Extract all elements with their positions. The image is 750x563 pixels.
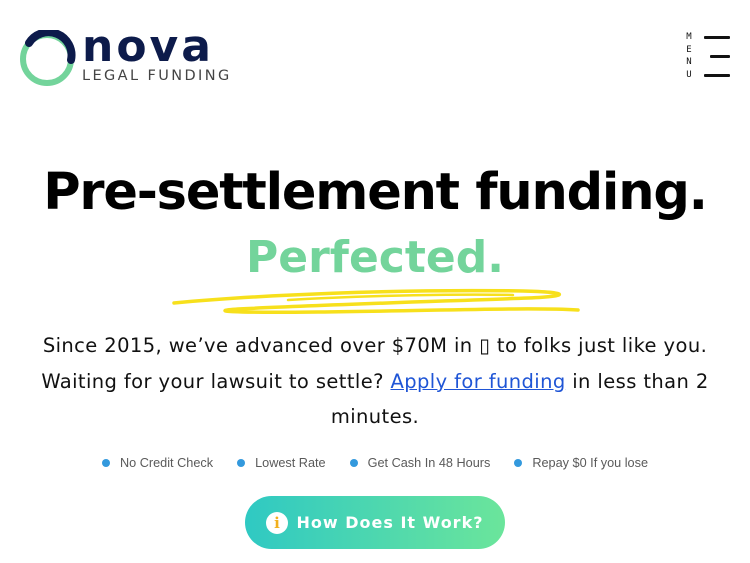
feature-label: Lowest Rate	[255, 456, 326, 470]
feature-label: Get Cash In 48 Hours	[367, 456, 491, 470]
feature-label: Repay $0 If you lose	[532, 456, 648, 470]
menu-button[interactable]: MENU	[684, 31, 732, 81]
feature-item: Repay $0 If you lose	[514, 456, 648, 470]
brand-logo[interactable]: nova LEGAL FUNDING	[18, 22, 258, 98]
hero-intro: Since 2015, we’ve advanced over $70M in …	[14, 328, 736, 435]
bullet-dot-icon	[237, 459, 246, 467]
apply-for-funding-link[interactable]: Apply for funding	[390, 370, 565, 393]
bullet-dot-icon	[514, 459, 523, 467]
feature-label: No Credit Check	[120, 456, 214, 470]
bullet-dot-icon	[102, 459, 110, 467]
cta-label: How Does It Work?	[296, 513, 484, 532]
intro-text-start: Since 2015, we’ve advanced over $70M in	[42, 334, 480, 357]
hamburger-icon	[704, 36, 730, 78]
highlight-scribble-icon	[172, 288, 580, 315]
feature-item: No Credit Check	[102, 456, 213, 470]
feature-item: Get Cash In 48 Hours	[349, 456, 491, 470]
brand-tagline: LEGAL FUNDING	[82, 68, 232, 84]
hero-headline: Pre-settlement funding.	[43, 163, 708, 222]
menu-label: MENU	[686, 32, 692, 80]
nova-ring-logo-icon	[20, 30, 76, 86]
missing-glyph-icon: ▯	[479, 334, 491, 357]
feature-list: No Credit Check Lowest Rate Get Cash In …	[0, 456, 750, 470]
how-does-it-work-button[interactable]: i How Does It Work?	[245, 496, 505, 549]
feature-item: Lowest Rate	[237, 456, 326, 470]
info-icon: i	[266, 511, 289, 534]
hero-accent: Perfected.	[246, 232, 504, 283]
brand-name: nova	[82, 21, 214, 72]
bullet-dot-icon	[349, 459, 358, 467]
